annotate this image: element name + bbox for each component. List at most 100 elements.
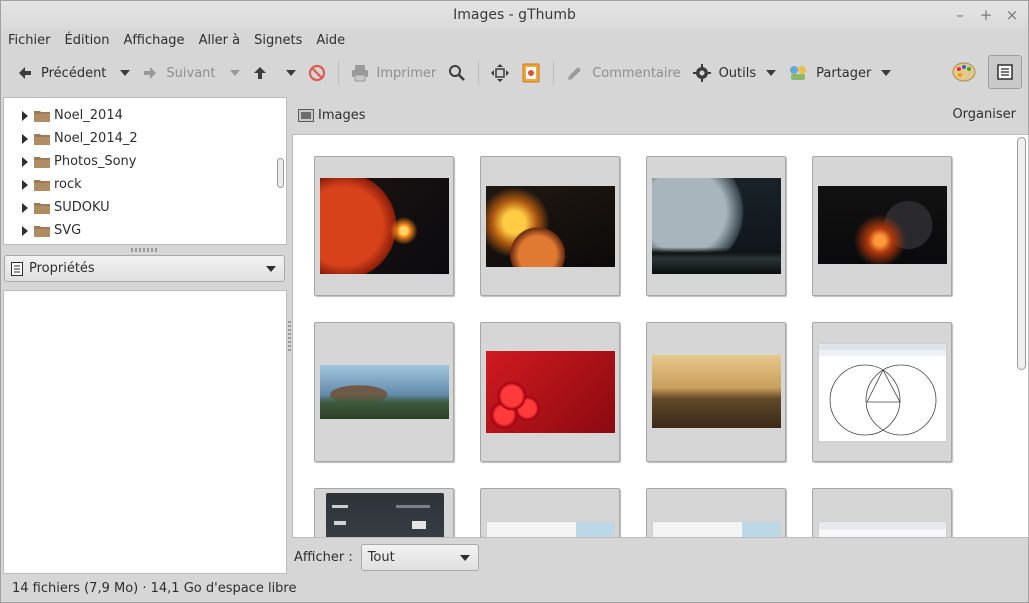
menu-signets[interactable]: Signets — [254, 33, 302, 48]
folder-row[interactable]: Photos_Sony — [4, 150, 286, 173]
toolbar-separator — [478, 61, 480, 85]
menu-edition[interactable]: Édition — [65, 33, 110, 48]
menu-aide[interactable]: Aide — [316, 33, 345, 48]
pane-splitter[interactable] — [288, 321, 291, 351]
tools-button[interactable]: Outils — [687, 57, 783, 89]
forward-button[interactable]: Suivant — [136, 57, 245, 89]
expander-arrow-icon[interactable] — [22, 110, 28, 121]
expander-arrow-icon[interactable] — [22, 156, 28, 167]
thumbnail-image — [818, 521, 947, 537]
chevron-down-icon — [459, 554, 470, 561]
location-name: Images — [318, 107, 366, 123]
thumbnail[interactable] — [480, 488, 620, 537]
maximize-icon[interactable]: + — [976, 5, 996, 25]
menu-aller-a[interactable]: Aller à — [199, 33, 241, 48]
folder-label: rock — [54, 177, 82, 192]
fullscreen-button[interactable] — [485, 57, 515, 89]
thumbnail[interactable] — [314, 156, 454, 296]
thumbnail-image — [320, 178, 449, 274]
thumbnail[interactable] — [480, 322, 620, 462]
thumbnail[interactable] — [646, 322, 786, 462]
status-text: 14 fichiers (7,9 Mo) · 14,1 Go d'espace … — [12, 581, 297, 596]
thumbnail[interactable] — [646, 488, 786, 537]
properties-panel — [3, 290, 287, 574]
thumbnail-image — [486, 521, 615, 537]
chevron-down-icon[interactable] — [120, 70, 131, 76]
folder-row[interactable]: rock — [4, 173, 286, 196]
close-icon[interactable]: × — [1002, 5, 1022, 25]
thumbnail-image — [486, 351, 615, 433]
thumbnail[interactable] — [812, 156, 952, 296]
list-icon — [997, 64, 1013, 80]
pencil-icon — [568, 67, 582, 80]
palette-button[interactable] — [946, 55, 982, 89]
search-button[interactable] — [442, 57, 472, 89]
print-button[interactable]: Imprimer — [345, 57, 443, 89]
arrow-up-icon — [253, 67, 266, 79]
thumbnail[interactable] — [480, 156, 620, 296]
chevron-down-icon — [285, 70, 296, 76]
toolbar: Précédent Suivant Imprimer Commentaire O… — [1, 53, 1028, 93]
browser-scrollbar[interactable] — [1017, 137, 1026, 370]
history-dropdown[interactable] — [274, 57, 302, 89]
organize-button[interactable]: Organiser — [952, 107, 1016, 122]
gear-icon — [692, 64, 711, 82]
thumbnail-image — [652, 178, 781, 274]
expander-arrow-icon[interactable] — [22, 133, 28, 144]
chevron-down-icon — [881, 70, 892, 76]
settings-screenshot-drawing — [332, 505, 430, 529]
arrow-right-icon — [144, 67, 157, 79]
tree-scrollbar[interactable] — [277, 158, 284, 188]
thumbnail-browser[interactable] — [292, 134, 1029, 538]
properties-dropdown[interactable]: Propriétés — [4, 255, 285, 282]
share-label: Partager — [816, 65, 872, 81]
properties-label: Propriétés — [29, 261, 95, 276]
thumbnail[interactable] — [314, 488, 454, 537]
comment-button[interactable]: Commentaire — [560, 57, 686, 89]
share-button[interactable]: Partager — [782, 57, 897, 89]
up-button[interactable] — [246, 57, 274, 89]
expander-arrow-icon[interactable] — [22, 202, 28, 213]
back-button[interactable]: Précédent — [11, 57, 136, 89]
slideshow-button[interactable] — [515, 57, 547, 89]
menu-fichier[interactable]: Fichier — [8, 33, 51, 48]
folder-label: Noel_2014 — [54, 108, 123, 123]
folder-row[interactable]: SVG — [4, 219, 286, 242]
folder-icon — [34, 202, 50, 214]
minimize-icon[interactable]: – — [950, 5, 970, 25]
forward-label: Suivant — [166, 65, 216, 81]
expander-arrow-icon[interactable] — [22, 179, 28, 190]
expander-arrow-icon[interactable] — [22, 225, 28, 236]
geometry-screenshot-drawing — [819, 344, 946, 436]
properties-icon — [11, 261, 23, 276]
filter-bar: Afficher : Tout — [292, 542, 712, 572]
thumbnail[interactable] — [812, 322, 952, 462]
thumbnail[interactable] — [646, 156, 786, 296]
stop-button[interactable] — [302, 57, 332, 89]
menu-affichage[interactable]: Affichage — [123, 33, 184, 48]
folder-row[interactable]: Noel_2014 — [4, 104, 286, 127]
thumbnail[interactable] — [812, 488, 952, 537]
chevron-down-icon — [266, 266, 276, 272]
presentation-icon — [522, 63, 540, 83]
thumbnail[interactable] — [314, 322, 454, 462]
arrow-left-icon — [19, 67, 31, 79]
share-icon — [790, 66, 807, 80]
comment-label: Commentaire — [592, 65, 681, 81]
pane-resize-grip[interactable] — [131, 248, 157, 252]
thumbnail-image — [652, 355, 781, 428]
filter-label: Afficher : — [294, 549, 353, 565]
chevron-down-icon[interactable] — [229, 70, 240, 76]
menubar: Fichier Édition Affichage Aller à Signet… — [1, 29, 1028, 51]
folder-row[interactable]: SUDOKU — [4, 196, 286, 219]
folder-label: Noel_2014_2 — [54, 131, 138, 146]
folder-tree[interactable]: Noel_2014 Noel_2014_2 Photos_Sony rock S… — [3, 97, 287, 245]
properties-toggle-button[interactable] — [988, 55, 1022, 89]
filter-select[interactable]: Tout — [360, 543, 479, 571]
folder-icon — [34, 179, 50, 191]
folder-icon — [34, 133, 50, 145]
folder-row[interactable]: Noel_2014_2 — [4, 127, 286, 150]
back-label: Précédent — [41, 65, 107, 81]
thumbnail-image — [652, 521, 781, 537]
status-bar: 14 fichiers (7,9 Mo) · 14,1 Go d'espace … — [1, 575, 1028, 602]
